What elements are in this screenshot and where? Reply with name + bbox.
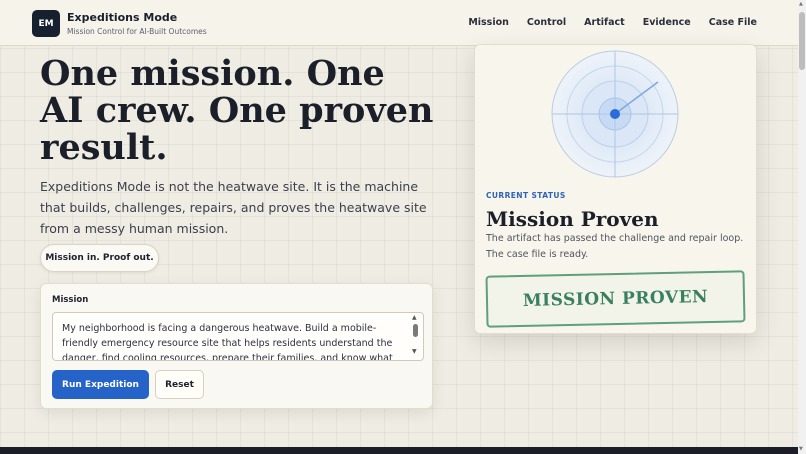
status-card: CURRENT STATUS Mission Proven The artifa… [474, 44, 757, 334]
reset-button[interactable]: Reset [155, 370, 204, 399]
mission-panel: Mission My neighborhood is facing a dang… [40, 283, 433, 409]
mission-label: Mission [52, 295, 89, 305]
page-scroll-up-icon[interactable]: ▲ [799, 2, 803, 7]
status-title: Mission Proven [486, 207, 659, 231]
hero-title: One mission. One AI crew. One proven res… [40, 53, 434, 168]
mission-textarea-value: My neighborhood is facing a dangerous he… [62, 323, 393, 361]
scroll-down-icon[interactable]: ▼ [412, 349, 417, 355]
textarea-scrollbar[interactable]: ▲ ▼ [411, 315, 421, 359]
brand-logo[interactable]: EM [32, 10, 60, 37]
status-label: CURRENT STATUS [486, 191, 566, 200]
nav-case-file[interactable]: Case File [709, 17, 757, 28]
page-scroll-thumb[interactable] [799, 12, 805, 70]
brand-subtitle: Mission Control for AI-Built Outcomes [67, 27, 207, 36]
tagline-pill: Mission in. Proof out. [40, 244, 159, 272]
brand-title[interactable]: Expeditions Mode [67, 11, 177, 24]
bottom-bar [0, 447, 798, 454]
run-expedition-button[interactable]: Run Expedition [52, 370, 149, 399]
status-description: The artifact has passed the challenge an… [486, 233, 744, 260]
page-scrollbar[interactable]: ▲ ▼ [798, 0, 806, 454]
nav-evidence[interactable]: Evidence [643, 17, 691, 28]
scroll-up-icon[interactable]: ▲ [412, 315, 417, 321]
hero-description: Expeditions Mode is not the heatwave sit… [40, 179, 427, 236]
textarea-scroll-thumb[interactable] [413, 324, 418, 337]
nav-control[interactable]: Control [527, 17, 566, 28]
mission-proven-stamp: MISSION PROVEN [485, 270, 746, 328]
main-nav: Mission Control Artifact Evidence Case F… [468, 17, 757, 28]
page-scroll-down-icon[interactable]: ▼ [799, 447, 803, 452]
nav-mission[interactable]: Mission [468, 17, 509, 28]
site-header: EM Expeditions Mode Mission Control for … [0, 0, 798, 46]
nav-artifact[interactable]: Artifact [584, 17, 625, 28]
radar-icon [551, 50, 679, 178]
mission-textarea[interactable]: My neighborhood is facing a dangerous he… [52, 312, 424, 361]
